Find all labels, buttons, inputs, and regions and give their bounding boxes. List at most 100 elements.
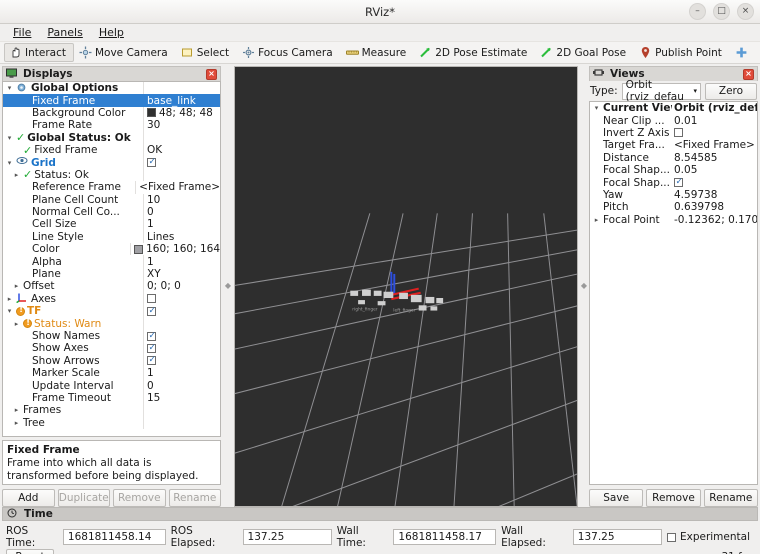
expand-arrow-icon[interactable] [5, 134, 14, 142]
view-type-combo[interactable]: Orbit (rviz_defau ▾ [621, 79, 701, 103]
expand-arrow-icon[interactable] [12, 406, 21, 414]
toolbar-button-measure[interactable]: Measure [341, 43, 415, 62]
expand-arrow-icon[interactable] [5, 159, 14, 167]
toolbar-button-2d-goal-pose[interactable]: 2D Goal Pose [535, 43, 634, 62]
display-property-row[interactable]: Status: Warn [3, 317, 220, 330]
property-value[interactable]: Lines [143, 230, 220, 244]
display-property-row[interactable]: Tree [3, 416, 220, 429]
rename-view-button[interactable]: Rename [703, 489, 758, 507]
display-property-row[interactable]: Global Options [3, 82, 220, 95]
display-property-row[interactable]: ✓Status: Ok [3, 168, 220, 181]
add-button[interactable]: Add [2, 489, 55, 507]
checkbox[interactable] [147, 306, 156, 316]
checkbox[interactable] [147, 331, 156, 341]
menu-panels[interactable]: Panels [40, 25, 89, 40]
view-property-row[interactable]: Focal Shap... 0.05 [590, 164, 757, 176]
displays-tree[interactable]: Global OptionsFixed Framebase_linkBackgr… [2, 81, 221, 437]
property-value[interactable]: 1 [143, 255, 220, 268]
property-value[interactable]: 0 [143, 205, 220, 219]
property-value[interactable]: 30 [143, 119, 220, 132]
property-value[interactable]: 0.05 [672, 164, 757, 176]
toolbar-button-interact[interactable]: Interact [4, 43, 74, 62]
property-value[interactable]: 0; 0; 0 [143, 280, 220, 293]
expand-arrow-icon[interactable] [5, 307, 14, 315]
display-property-row[interactable]: ✓Global Status: Ok [3, 131, 220, 144]
time-field-input[interactable]: 137.25 [572, 529, 662, 545]
checkbox[interactable] [674, 128, 683, 138]
property-value[interactable]: 1 [143, 218, 220, 231]
close-button[interactable]: × [737, 3, 754, 20]
property-value[interactable]: -0.12362; 0.1705.. [672, 214, 757, 226]
checkbox[interactable] [147, 157, 156, 168]
display-property-row[interactable]: Line Style Lines [3, 230, 220, 244]
checkbox[interactable] [147, 343, 156, 353]
toolbar-button-minus[interactable] [756, 43, 760, 62]
display-property-row[interactable]: Update Interval 0 [3, 379, 220, 392]
display-property-row[interactable]: Show Arrows [3, 354, 220, 367]
view-property-row[interactable]: Distance 8.54585 [590, 152, 757, 164]
time-field-input[interactable]: 137.25 [242, 529, 332, 545]
property-value[interactable] [143, 354, 220, 367]
right-splitter[interactable]: ◆ [580, 64, 588, 507]
expand-arrow-icon[interactable] [592, 104, 601, 112]
menu-file[interactable]: File [6, 25, 38, 40]
property-value[interactable]: 15 [143, 391, 220, 405]
property-value[interactable] [143, 131, 220, 144]
property-value[interactable] [143, 404, 220, 417]
property-value[interactable] [143, 342, 220, 355]
expand-arrow-icon[interactable] [12, 320, 21, 328]
property-value[interactable]: 0.01 [672, 115, 757, 127]
checkbox[interactable] [674, 178, 683, 188]
display-property-row[interactable]: Reference Frame <Fixed Frame> [3, 181, 220, 194]
property-value[interactable]: 0 [143, 379, 220, 392]
expand-arrow-icon[interactable] [12, 419, 21, 427]
views-close-icon[interactable]: × [743, 68, 754, 80]
property-value[interactable] [672, 128, 757, 138]
maximize-button[interactable]: □ [713, 3, 730, 20]
expand-arrow-icon[interactable] [5, 84, 14, 92]
view-property-row[interactable]: Near Clip ... 0.01 [590, 114, 757, 127]
display-property-row[interactable]: Show Names [3, 329, 220, 343]
expand-arrow-icon[interactable] [5, 295, 14, 303]
property-value[interactable]: 8.54585 [672, 152, 757, 164]
toolbar-button-2d-pose-estimate[interactable]: 2D Pose Estimate [414, 43, 535, 62]
property-value[interactable]: OK [143, 143, 220, 157]
display-property-row[interactable]: Cell Size 1 [3, 218, 220, 231]
display-property-row[interactable]: ✓ Fixed Frame OK [3, 143, 220, 157]
display-property-row[interactable]: Marker Scale 1 [3, 366, 220, 380]
property-value[interactable]: 48; 48; 48 [143, 106, 220, 120]
display-property-row[interactable]: Show Axes [3, 342, 220, 355]
minimize-button[interactable]: – [689, 3, 706, 20]
display-property-row[interactable]: Frames [3, 404, 220, 417]
time-field-input[interactable]: 1681811458.17 [393, 529, 497, 545]
display-property-row[interactable]: Color 160; 160; 164 [3, 243, 220, 256]
expand-arrow-icon[interactable] [12, 282, 21, 290]
display-property-row[interactable]: Fixed Frame base_link [3, 94, 220, 107]
3d-viewport[interactable]: right_finger left_finger [234, 66, 578, 507]
expand-arrow-icon[interactable] [592, 216, 601, 224]
property-value[interactable] [672, 178, 757, 188]
views-tree[interactable]: Current ViewOrbit (rviz_defa..Near Clip … [589, 101, 758, 485]
display-property-row[interactable]: Offset 0; 0; 0 [3, 280, 220, 293]
reset-button[interactable]: Reset [6, 549, 54, 554]
property-value[interactable] [143, 156, 220, 169]
displays-close-icon[interactable]: × [206, 68, 217, 80]
view-property-row[interactable]: Focal Shap... [590, 176, 757, 189]
display-property-row[interactable]: TF [3, 305, 220, 318]
display-property-row[interactable]: Frame Timeout 15 [3, 391, 220, 405]
property-value[interactable]: XY [143, 267, 220, 281]
view-property-row[interactable]: Yaw 4.59738 [590, 189, 757, 201]
save-view-button[interactable]: Save [589, 489, 644, 507]
view-property-row[interactable]: Pitch 0.639798 [590, 201, 757, 213]
expand-arrow-icon[interactable] [12, 171, 21, 179]
toolbar-button-focus-camera[interactable]: Focus Camera [237, 43, 341, 62]
display-property-row[interactable]: Normal Cell Co... 0 [3, 205, 220, 219]
toolbar-button-select[interactable]: Select [176, 43, 237, 62]
property-value[interactable]: 160; 160; 164 [130, 243, 220, 256]
display-property-row[interactable]: Plane XY [3, 267, 220, 281]
view-property-row[interactable]: Target Fra... <Fixed Frame> [590, 139, 757, 151]
checkbox[interactable] [147, 294, 156, 304]
property-value[interactable] [143, 416, 220, 429]
display-property-row[interactable]: Frame Rate 30 [3, 119, 220, 132]
property-value[interactable]: <Fixed Frame> [672, 139, 757, 151]
